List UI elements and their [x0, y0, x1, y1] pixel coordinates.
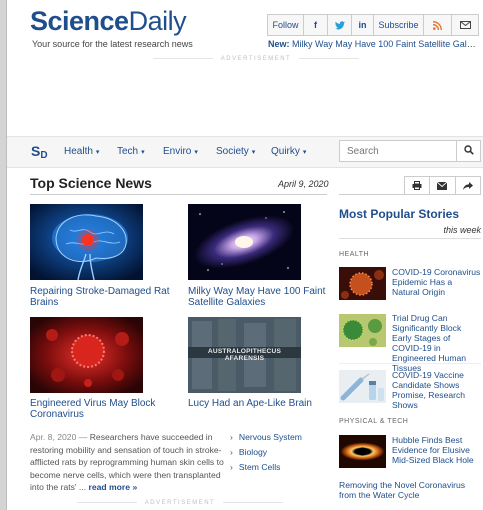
nav-item-health[interactable]: Health ▾ [64, 146, 99, 157]
popular-story-title[interactable]: Trial Drug Can Significantly Block Early… [392, 313, 481, 373]
nav-item-label: Quirky [271, 146, 300, 157]
nav-item-label: Society [216, 146, 249, 157]
share-toolbox [404, 176, 481, 195]
chevron-right-icon: › [230, 462, 233, 472]
follow-label: Follow [268, 15, 304, 35]
popular-thumb-coronavirus[interactable] [339, 267, 386, 300]
topic-link[interactable]: › Biology [230, 447, 267, 457]
subscribe-button[interactable]: Subscribe [374, 15, 424, 35]
popular-stories-title: Most Popular Stories [339, 207, 460, 221]
nav-item-label: Tech [117, 146, 139, 157]
summary-date: Apr. 8, 2020 — [30, 432, 88, 442]
nav-item-tech[interactable]: Tech ▾ [117, 146, 145, 157]
divider [339, 363, 481, 364]
story-image-galaxy[interactable] [188, 204, 301, 280]
tagline: Your source for the latest research news [32, 39, 193, 49]
new-label: New: [268, 39, 290, 49]
story-image-brain[interactable] [30, 204, 143, 280]
caret-down-icon: ▾ [194, 149, 198, 156]
advertisement-label: ADVERTISEMENT [30, 500, 330, 506]
story-image-lucy-skeleton[interactable]: AUSTRALOPITHECUS AFARENSIS [188, 317, 301, 393]
linkedin-icon[interactable]: in [352, 15, 374, 35]
nav-logo-d: D [40, 150, 48, 161]
popular-thumb-vaccine[interactable] [339, 370, 386, 403]
facebook-icon[interactable]: f [304, 15, 328, 35]
mail-icon[interactable] [452, 15, 478, 35]
caret-down-icon: ▾ [141, 149, 145, 156]
share-icon[interactable] [456, 177, 480, 194]
logo-daily: Daily [128, 6, 187, 36]
logo-science: Science [30, 6, 129, 36]
divider [30, 194, 327, 195]
left-window-edge [0, 0, 7, 510]
nav-item-enviro[interactable]: Enviro ▾ [163, 146, 198, 157]
nav-item-label: Enviro [163, 146, 192, 157]
sciencedaily-logo[interactable]: ScienceDaily [30, 6, 187, 37]
nav-item-quirky[interactable]: Quirky ▾ [271, 146, 306, 157]
period-selector[interactable]: this week [420, 225, 481, 235]
story-image-label: AUSTRALOPITHECUS AFARENSIS [207, 348, 282, 362]
topic-label: Stem Cells [238, 462, 281, 472]
read-more-link[interactable]: read more » [89, 482, 138, 492]
popular-story-title[interactable]: COVID-19 Coronavirus Epidemic Has a Natu… [392, 267, 481, 297]
nav-logo[interactable]: SD [31, 143, 48, 161]
rss-icon[interactable] [424, 15, 452, 35]
section-title: Top Science News [30, 175, 152, 191]
section-label-health: HEALTH [339, 251, 370, 258]
page-date: April 9, 2020 [278, 179, 329, 189]
nav-item-society[interactable]: Society ▾ [216, 146, 255, 157]
page: ScienceDaily Your source for the latest … [0, 0, 483, 510]
divider [339, 194, 481, 195]
chevron-right-icon: › [230, 432, 233, 442]
topic-link[interactable]: › Nervous System [230, 432, 302, 442]
search-button[interactable] [457, 140, 481, 162]
print-icon[interactable] [405, 177, 431, 194]
popular-story-title[interactable]: Hubble Finds Best Evidence for Elusive M… [392, 435, 481, 465]
chevron-right-icon: › [230, 447, 233, 457]
popular-thumb-black-hole[interactable] [339, 435, 386, 468]
nav-item-label: Health [64, 146, 93, 157]
story-caption[interactable]: Lucy Had an Ape-Like Brain [188, 398, 333, 409]
story-caption[interactable]: Engineered Virus May Block Coronavirus [30, 398, 180, 420]
story-caption[interactable]: Repairing Stroke-Damaged Rat Brains [30, 286, 180, 308]
story-caption[interactable]: Milky Way May Have 100 Faint Satellite G… [188, 286, 333, 308]
nav-logo-s: S [31, 143, 41, 159]
story-image-virus[interactable] [30, 317, 143, 393]
search-input[interactable] [339, 140, 457, 162]
email-icon[interactable] [430, 177, 456, 194]
caret-down-icon: ▾ [251, 149, 256, 156]
topic-label: Biology [238, 447, 268, 457]
twitter-icon[interactable] [328, 15, 352, 35]
divider [339, 238, 481, 239]
popular-story-title[interactable]: Removing the Novel Coronavirus from the … [339, 480, 481, 500]
section-label-physical-tech: PHYSICAL & TECH [339, 418, 409, 425]
search-icon [463, 142, 474, 160]
social-bar: Follow f in Subscribe [267, 14, 479, 36]
topic-label: Nervous System [238, 432, 302, 442]
caret-down-icon: ▾ [302, 149, 307, 156]
topic-link[interactable]: › Stem Cells [230, 462, 280, 472]
advertisement-label: ADVERTISEMENT [30, 56, 482, 62]
story-summary: Apr. 8, 2020 — Researchers have succeede… [30, 431, 230, 494]
popular-story-title[interactable]: COVID-19 Vaccine Candidate Shows Promise… [392, 370, 481, 410]
popular-thumb-cells[interactable] [339, 314, 386, 347]
caret-down-icon: ▾ [95, 149, 100, 156]
new-headline[interactable]: New: Milky Way May Have 100 Faint Satell… [268, 39, 480, 49]
new-headline-title[interactable]: Milky Way May Have 100 Faint Satellite G… [292, 39, 480, 49]
